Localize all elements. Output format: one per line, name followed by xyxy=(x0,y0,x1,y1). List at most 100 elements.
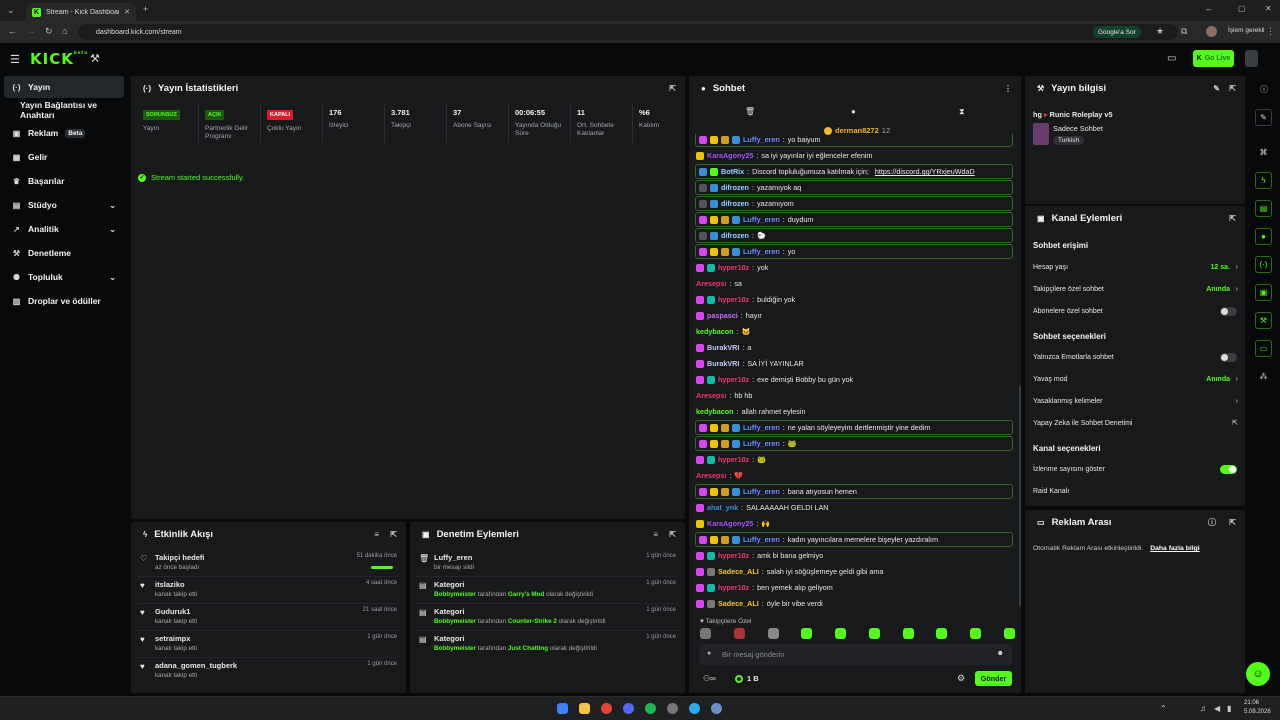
emote-icon[interactable] xyxy=(700,628,711,639)
telegram-icon[interactable] xyxy=(689,703,700,714)
chat-username[interactable]: KaraAgony25 xyxy=(707,519,753,528)
chat-message[interactable]: #d946ef#e8c600#d0a020#3c8dd8Luffy_eren:🐸 xyxy=(695,436,1013,451)
crop-tool-button[interactable]: ⌘ xyxy=(1255,144,1272,161)
chat-message[interactable]: kedybacon: allah rahmet eylesin xyxy=(696,404,1014,419)
chat-username[interactable]: BurakVRI xyxy=(707,343,739,352)
emote-icon[interactable] xyxy=(1003,628,1015,639)
github-icon[interactable] xyxy=(667,703,678,714)
chat-message[interactable]: #d946efBurakVRI:SA İYİ YAYINLAR xyxy=(696,356,1014,371)
tab-search-icon[interactable]: ⌄ xyxy=(7,6,15,15)
chat-message[interactable]: #d946ef#e8c600#d0a020#3c8dd8Luffy_eren:y… xyxy=(695,134,1013,147)
sidebar-item-droplar[interactable]: ▥ Droplar ve ödüller xyxy=(4,290,124,312)
sidebar-item-studyo[interactable]: ▤ Stüdyo ⌄ xyxy=(4,194,124,216)
filter-icon[interactable]: ≡ xyxy=(374,530,379,539)
kick-logo[interactable]: KICKbeta xyxy=(30,50,88,68)
chat-tool-button[interactable]: ● xyxy=(1255,228,1272,245)
followers-only-row[interactable]: Takipçilere özel sohbet Anında › xyxy=(1033,282,1238,296)
edit-icon[interactable]: ✎ xyxy=(1213,84,1220,93)
chat-username[interactable]: Luffy_eren xyxy=(743,215,780,224)
wrench-tool-button[interactable]: ⚒ xyxy=(1255,312,1272,329)
mic-icon[interactable]: ♫ xyxy=(1200,704,1206,713)
slow-mode-row[interactable]: Yavaş mod Anında › xyxy=(1033,372,1238,386)
chat-message[interactable]: #555#3c8dd8difrozen:🐑 xyxy=(695,228,1013,243)
browser-tab[interactable]: K Stream - Kick Dashboard ✕ xyxy=(26,3,136,21)
chat-message[interactable]: #d946ef#14b8a6hyper10z:exe demişti Bobby… xyxy=(696,372,1014,387)
chat-username[interactable]: BurakVRI xyxy=(707,359,739,368)
ai-moderation-row[interactable]: Yapay Zeka ile Sohbet Denetimi ⇱ xyxy=(1033,416,1238,430)
emote-icon[interactable] xyxy=(767,628,779,639)
chat-username[interactable]: Luffy_eren xyxy=(743,439,780,448)
home-icon[interactable]: ⌂ xyxy=(62,27,67,36)
emoji-icon[interactable]: ☻ xyxy=(997,650,1004,657)
broadcast-tool-button[interactable]: (·) xyxy=(1255,256,1272,273)
tray-chevron-icon[interactable]: ⌃ xyxy=(1160,704,1167,713)
raid-row[interactable]: Raid Kanalı xyxy=(1033,484,1238,498)
chat-username[interactable]: paspasci xyxy=(707,311,738,320)
hourglass-icon[interactable]: ⧗ xyxy=(959,107,965,117)
sidebar-item-gelir[interactable]: ▦ Gelir xyxy=(4,146,124,168)
more-info-link[interactable]: Daha fazla bilgi xyxy=(1150,545,1199,552)
streams-icon[interactable]: ▭ xyxy=(1167,53,1176,64)
windows-start-icon[interactable] xyxy=(557,703,568,714)
chat-message[interactable]: #555#3c8dd8difrozen:yazamıyom xyxy=(695,196,1013,211)
chat-username[interactable]: Luffy_eren xyxy=(743,535,780,544)
user-avatar[interactable] xyxy=(1245,50,1258,67)
chat-message[interactable]: #e8c600KaraAgony25:sa iyi yayınlar iyi e… xyxy=(696,148,1014,163)
close-window-button[interactable]: ✕ xyxy=(1265,5,1272,13)
chat-username[interactable]: hyper10z xyxy=(718,455,749,464)
chat-username[interactable]: Luffy_eren xyxy=(743,247,780,256)
channel-points[interactable]: 1 B xyxy=(735,674,759,683)
hamburger-menu-icon[interactable]: ☰ xyxy=(10,53,20,66)
chat-message[interactable]: #d946ef#777Sadece_ALI:öyle bir vibe verd… xyxy=(696,596,1014,611)
banned-words-row[interactable]: Yasaklanmış kelimeler › xyxy=(1033,394,1238,408)
battery-icon[interactable]: ▮ xyxy=(1227,704,1231,713)
popout-icon[interactable]: ⇱ xyxy=(669,530,676,539)
chat-message[interactable]: #555#3c8dd8difrozen:yazamıyok aq xyxy=(695,180,1013,195)
sidebar-item-stream-key[interactable]: Yayın Bağlantısı ve Anahtarı xyxy=(12,99,132,121)
info-icon[interactable]: ⓘ xyxy=(1208,517,1216,528)
chat-username[interactable]: hyper10z xyxy=(718,295,749,304)
steam-icon[interactable] xyxy=(711,703,722,714)
spotify-icon[interactable] xyxy=(645,703,656,714)
popout-icon[interactable]: ⇱ xyxy=(1229,84,1236,93)
tools-icon[interactable]: ⚒ xyxy=(90,52,100,65)
sidebar-item-reklam[interactable]: ▣ Reklam Beta xyxy=(4,122,124,144)
chat-username[interactable]: kedybacon xyxy=(696,327,734,336)
browser-menu-icon[interactable]: ⋮ xyxy=(1266,27,1275,36)
chat-message[interactable]: #d946ef#14b8a6hyper10z:buldiğin yok xyxy=(696,292,1014,307)
ad-tool-button[interactable]: ▭ xyxy=(1255,340,1272,357)
popout-icon[interactable]: ⇱ xyxy=(1229,214,1236,223)
emote-icon[interactable] xyxy=(868,628,880,639)
chat-message[interactable]: #d946ef#777Sadece_ALI:salah iyi söğüşlem… xyxy=(696,564,1014,579)
chat-username[interactable]: Sadece_ALI xyxy=(718,599,759,608)
google-ask-pill[interactable]: Google'a Sor xyxy=(1093,26,1141,38)
chat-input[interactable]: ● Bir mesaj gönderin ☻ xyxy=(699,644,1012,665)
subscribers-only-toggle[interactable] xyxy=(1220,307,1237,316)
chat-link[interactable]: https://discord.gg/YRxjeuWdaD xyxy=(875,167,975,176)
bookmark-star-icon[interactable]: ★ xyxy=(1156,27,1164,36)
file-explorer-icon[interactable] xyxy=(579,703,590,714)
chat-username[interactable]: difrozen xyxy=(721,199,749,208)
chat-scrollbar[interactable] xyxy=(1019,386,1021,606)
new-tab-button[interactable]: + xyxy=(143,5,148,14)
help-chat-button[interactable]: ☺ xyxy=(1246,662,1270,686)
account-age-row[interactable]: Hesap yaşı 12 sa. › xyxy=(1033,260,1238,274)
chat-username[interactable]: difrozen xyxy=(721,231,749,240)
edit-tool-button[interactable]: ✎ xyxy=(1255,109,1272,126)
chat-message[interactable]: #d946ef#e8c600#d0a020#3c8dd8Luffy_eren:n… xyxy=(695,420,1013,435)
chat-message[interactable]: #d946efpaspasci:hayır xyxy=(696,308,1014,323)
forward-icon[interactable]: → xyxy=(27,27,36,36)
chat-username[interactable]: hyper10z xyxy=(718,375,749,384)
chat-message[interactable]: #d946ef#14b8a6hyper10z:🐸 xyxy=(696,452,1014,467)
discord-icon[interactable] xyxy=(623,703,634,714)
chat-message[interactable]: #e8c600KaraAgony25:🙌 xyxy=(696,516,1014,531)
minimize-button[interactable]: – xyxy=(1206,5,1211,14)
popout-icon[interactable]: ⇱ xyxy=(390,530,397,539)
send-button[interactable]: Gönder xyxy=(975,671,1012,686)
chat-message[interactable]: #d946ef#e8c600#d0a020#3c8dd8Luffy_eren:d… xyxy=(695,212,1013,227)
popout-icon[interactable]: ⇱ xyxy=(669,84,676,93)
chat-menu-icon[interactable]: ⋮ xyxy=(1004,84,1012,93)
chat-message[interactable]: #d946efahat_ynk:SALAAAAAH GELDI LAN xyxy=(696,500,1014,515)
chat-username[interactable]: Luffy_eren xyxy=(743,135,780,144)
chat-username[interactable]: Luffy_eren xyxy=(743,423,780,432)
